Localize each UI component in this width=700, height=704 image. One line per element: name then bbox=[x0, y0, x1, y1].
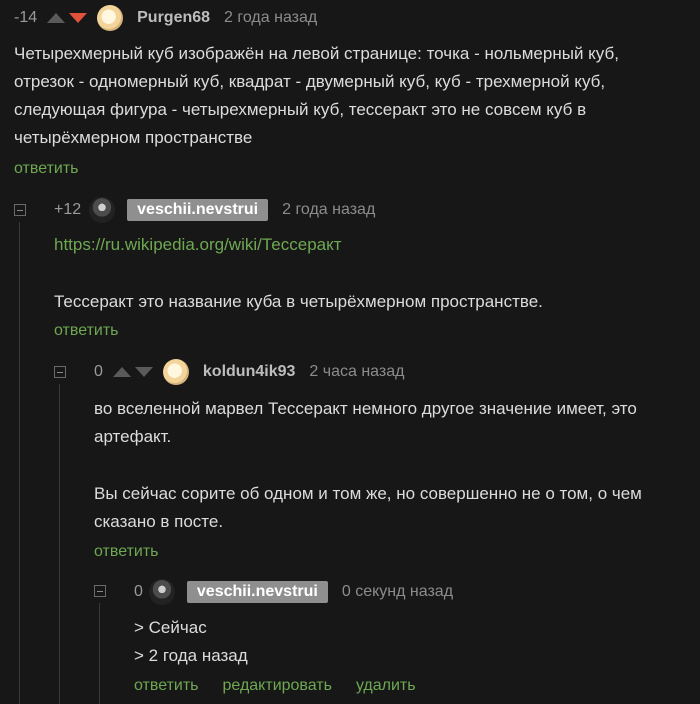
comment-line: во вселенной марвел Тессеракт немного др… bbox=[94, 399, 637, 418]
reply-button[interactable]: ответить bbox=[14, 160, 79, 178]
comment-time[interactable]: 2 часа назад bbox=[309, 363, 404, 381]
comment-author[interactable]: veschii.nevstrui bbox=[127, 199, 269, 221]
avatar[interactable] bbox=[148, 579, 175, 605]
collapse-toggle[interactable] bbox=[54, 366, 66, 378]
comment-line: > Сейчас bbox=[134, 618, 207, 637]
comment-line: Тессеракт это название куба в четырёхмер… bbox=[54, 292, 543, 311]
comment-time[interactable]: 0 секунд назад bbox=[342, 583, 453, 601]
comment-line: > 2 года назад bbox=[134, 646, 248, 665]
comment-header: 0 veschii.nevstrui 0 секунд назад bbox=[134, 579, 453, 605]
comment-line: Вы сейчас сорите об одном и том же, но с… bbox=[94, 484, 642, 503]
comment-body: > Сейчас > 2 года назад bbox=[134, 614, 694, 670]
upvote-icon[interactable] bbox=[112, 367, 131, 377]
comment-header: 0 koldun4ik93 2 часа назад bbox=[94, 359, 404, 385]
avatar[interactable] bbox=[97, 5, 124, 31]
avatar[interactable] bbox=[162, 359, 189, 385]
comment-actions: ответить редактировать удалить bbox=[134, 677, 416, 695]
comment-body: https://ru.wikipedia.org/wiki/Тессеракт … bbox=[54, 231, 694, 316]
comment-line: четырёхмерном пространстве bbox=[14, 128, 253, 147]
reply-button[interactable]: ответить bbox=[94, 543, 159, 561]
comment-time[interactable]: 2 года назад bbox=[224, 9, 317, 27]
avatar[interactable] bbox=[89, 197, 116, 223]
downvote-icon[interactable] bbox=[134, 367, 153, 377]
comment-rating: -14 bbox=[14, 9, 38, 26]
reply-button[interactable]: ответить bbox=[134, 677, 199, 695]
comment-rating: +12 bbox=[54, 201, 82, 218]
comment-line: следующая фигура - четырехмерный куб, те… bbox=[14, 100, 587, 119]
delete-button[interactable]: удалить bbox=[356, 677, 416, 695]
collapse-toggle[interactable] bbox=[14, 204, 26, 216]
reply-button[interactable]: ответить bbox=[54, 322, 119, 340]
comment-body: Четырехмерный куб изображён на левой стр… bbox=[14, 40, 694, 152]
comment-author[interactable]: koldun4ik93 bbox=[203, 363, 295, 381]
comment-header: -14 Purgen68 2 года назад bbox=[14, 5, 317, 31]
edit-button[interactable]: редактировать bbox=[223, 677, 332, 695]
comment-author[interactable]: Purgen68 bbox=[137, 9, 210, 27]
downvote-icon[interactable] bbox=[69, 13, 88, 23]
comment-line: сказано в посте. bbox=[94, 512, 224, 531]
comment-line: артефакт. bbox=[94, 427, 172, 446]
thread-line bbox=[99, 603, 100, 704]
comment-time[interactable]: 2 года назад bbox=[282, 201, 375, 219]
comment-line: отрезок - одномерный куб, квадрат - двум… bbox=[14, 72, 606, 91]
comment-rating: 0 bbox=[94, 363, 103, 380]
thread-line bbox=[19, 222, 20, 704]
comment-line: Четырехмерный куб изображён на левой стр… bbox=[14, 44, 619, 63]
comment-rating: 0 bbox=[134, 583, 143, 600]
comment-author[interactable]: veschii.nevstrui bbox=[186, 581, 328, 603]
wiki-link[interactable]: https://ru.wikipedia.org/wiki/Тессеракт bbox=[54, 231, 694, 259]
comment-header: +12 veschii.nevstrui 2 года назад bbox=[54, 197, 375, 223]
thread-line bbox=[59, 384, 60, 704]
comment-body: во вселенной марвел Тессеракт немного др… bbox=[94, 395, 694, 536]
upvote-icon[interactable] bbox=[47, 13, 66, 23]
collapse-toggle[interactable] bbox=[94, 585, 106, 597]
